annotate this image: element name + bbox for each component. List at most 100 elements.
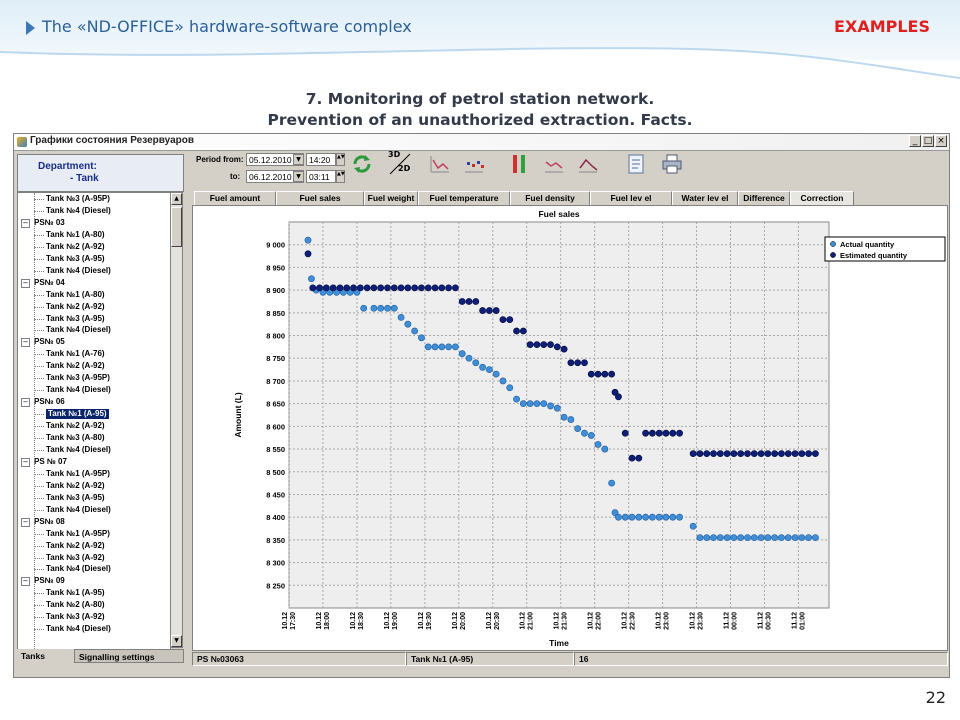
x-tick-time: 01:00 — [799, 612, 806, 630]
tree-expander-icon[interactable]: − — [21, 457, 30, 467]
actual-quantity-point — [513, 395, 520, 403]
tab-tanks[interactable]: Tanks — [17, 649, 75, 663]
tree-connector — [34, 426, 44, 428]
tree-item-station[interactable]: PS№ 08 — [34, 517, 65, 527]
tree-item-tank[interactable]: Tank №1 (A-95P) — [46, 529, 110, 539]
y-tick-label: 8 250 — [266, 581, 285, 590]
tree-item-tank[interactable]: Tank №1 (A-95P) — [46, 469, 110, 479]
dot-chart-icon[interactable] — [462, 152, 486, 176]
scroll-down-icon[interactable]: ▼ — [171, 635, 182, 647]
estimated-quantity-point — [750, 450, 758, 457]
from-date-dropdown-icon[interactable]: ▼ — [293, 154, 304, 165]
tree-item-tank[interactable]: Tank №3 (A-92) — [46, 612, 105, 622]
tab-fuel-temperature[interactable]: Fuel temperature — [418, 191, 510, 205]
tree-item-tank[interactable]: Tank №2 (A-80) — [46, 600, 105, 610]
tree-scrollbar[interactable]: ▲ ▼ — [170, 192, 183, 648]
printer-icon[interactable] — [660, 152, 684, 176]
y-tick-label: 8 900 — [266, 286, 285, 295]
x-tick-date: 10.12 — [350, 612, 357, 630]
tree-item-tank[interactable]: Tank №4 (Diesel) — [46, 206, 111, 216]
actual-quantity-point — [784, 534, 792, 542]
tree-item-tank[interactable]: Tank №3 (A-95) — [46, 314, 105, 324]
to-time-input[interactable]: 03:11 — [306, 170, 336, 183]
tree-item-tank[interactable]: Tank №1 (A-95) — [46, 409, 109, 420]
tree-item-tank[interactable]: Tank №2 (A-92) — [46, 421, 105, 431]
bar-pause-icon[interactable] — [508, 152, 532, 176]
toggle-3d-2d-button[interactable]: 3D 2D — [386, 150, 414, 178]
tree-expander-icon[interactable]: − — [21, 278, 30, 288]
refresh-icon[interactable] — [350, 152, 374, 176]
actual-quantity-point — [492, 370, 500, 378]
tree-item-tank[interactable]: Tank №3 (A-95P) — [46, 194, 110, 204]
actual-quantity-point — [377, 304, 385, 312]
station-tree[interactable]: Tank №3 (A-95P) Tank №4 (Diesel) − PS№ 03 Ta… — [17, 192, 171, 650]
tree-item-tank[interactable]: Tank №2 (A-92) — [46, 242, 105, 252]
tab-difference[interactable]: Difference — [738, 191, 790, 205]
tree-item-tank[interactable]: Tank №1 (A-80) — [46, 230, 105, 240]
tab-fuel-density[interactable]: Fuel density — [510, 191, 590, 205]
tree-item-station[interactable]: PS№ 09 — [34, 576, 65, 586]
estimated-quantity-point — [336, 284, 344, 292]
tree-expander-icon[interactable]: − — [21, 218, 30, 228]
tree-item-tank[interactable]: Tank №3 (A-95P) — [46, 373, 110, 383]
y-tick-label: 8 400 — [266, 513, 285, 522]
tab-signalling-settings[interactable]: Signalling settings — [74, 649, 184, 663]
minimize-button[interactable]: _ — [909, 135, 921, 147]
tree-item-tank[interactable]: Tank №1 (A-76) — [46, 349, 105, 359]
tree-item-tank[interactable]: Tank №4 (Diesel) — [46, 445, 111, 455]
tree-item-station[interactable]: PS№ 05 — [34, 337, 65, 347]
report-icon[interactable] — [624, 152, 648, 176]
tree-item-tank[interactable]: Tank №3 (A-95) — [46, 493, 105, 503]
tree-item-tank[interactable]: Tank №4 (Diesel) — [46, 325, 111, 335]
tree-item-tank[interactable]: Tank №4 (Diesel) — [46, 624, 111, 634]
tab-water-level[interactable]: Water lev el — [672, 191, 738, 205]
tree-item-tank[interactable]: Tank №4 (Diesel) — [46, 564, 111, 574]
tree-item-station[interactable]: PS№ 03 — [34, 218, 65, 228]
tree-item-tank[interactable]: Tank №3 (A-95) — [46, 254, 105, 264]
tree-item-tank[interactable]: Tank №2 (A-92) — [46, 481, 105, 491]
tree-item-station[interactable]: PS№ 04 — [34, 278, 65, 288]
tree-item-station[interactable]: PS № 07 — [34, 457, 67, 467]
tree-item-station[interactable]: PS№ 06 — [34, 397, 65, 407]
tab-fuel-level[interactable]: Fuel lev el — [590, 191, 672, 205]
close-button[interactable]: × — [935, 135, 947, 147]
to-date-dropdown-icon[interactable]: ▼ — [293, 171, 304, 182]
tree-expander-icon[interactable]: − — [21, 577, 30, 587]
scroll-up-icon[interactable]: ▲ — [171, 193, 182, 205]
line-chart-icon[interactable] — [428, 152, 452, 176]
tree-expander-icon[interactable]: − — [21, 338, 30, 348]
estimated-quantity-point — [784, 450, 792, 457]
actual-quantity-point — [519, 400, 527, 408]
from-time-input[interactable]: 14:20 — [306, 153, 336, 166]
estimated-quantity-point — [587, 370, 595, 378]
maximize-button[interactable]: □ — [922, 135, 934, 147]
tree-item-tank[interactable]: Tank №2 (A-92) — [46, 361, 105, 371]
tree-item-tank[interactable]: Tank №1 (A-80) — [46, 290, 105, 300]
tree-connector — [34, 246, 44, 248]
tree-connector — [34, 378, 44, 380]
tree-item-tank[interactable]: Tank №3 (A-80) — [46, 433, 105, 443]
from-time-spinner[interactable]: ▲▼ — [336, 153, 345, 166]
tree-item-tank[interactable]: Tank №2 (A-92) — [46, 302, 105, 312]
tree-item-tank[interactable]: Tank №4 (Diesel) — [46, 266, 111, 276]
tab-fuel-weight[interactable]: Fuel weight — [364, 191, 418, 205]
tree-item-tank[interactable]: Tank №2 (A-92) — [46, 541, 105, 551]
estimated-quantity-point — [703, 450, 711, 457]
estimated-quantity-point — [390, 284, 398, 292]
tree-expander-icon[interactable]: − — [21, 398, 30, 408]
to-time-spinner[interactable]: ▲▼ — [336, 170, 345, 183]
trend-chart-icon[interactable] — [542, 152, 566, 176]
tab-correction[interactable]: Correction — [790, 191, 854, 205]
tree-expander-icon[interactable]: − — [21, 517, 30, 527]
tree-item-tank[interactable]: Tank №1 (A-95) — [46, 588, 105, 598]
chart-title: Fuel sales — [538, 209, 579, 219]
area-chart-icon[interactable] — [576, 152, 600, 176]
scroll-thumb[interactable] — [171, 207, 182, 247]
tree-item-tank[interactable]: Tank №4 (Diesel) — [46, 505, 111, 515]
tree-item-tank[interactable]: Tank №3 (A-92) — [46, 553, 105, 563]
tree-item-tank[interactable]: Tank №4 (Diesel) — [46, 385, 111, 395]
x-tick-time: 20:00 — [460, 612, 467, 630]
tab-fuel-sales[interactable]: Fuel sales — [276, 191, 364, 205]
tab-fuel-amount[interactable]: Fuel amount — [194, 191, 276, 205]
x-tick-date: 10.12 — [622, 612, 629, 630]
